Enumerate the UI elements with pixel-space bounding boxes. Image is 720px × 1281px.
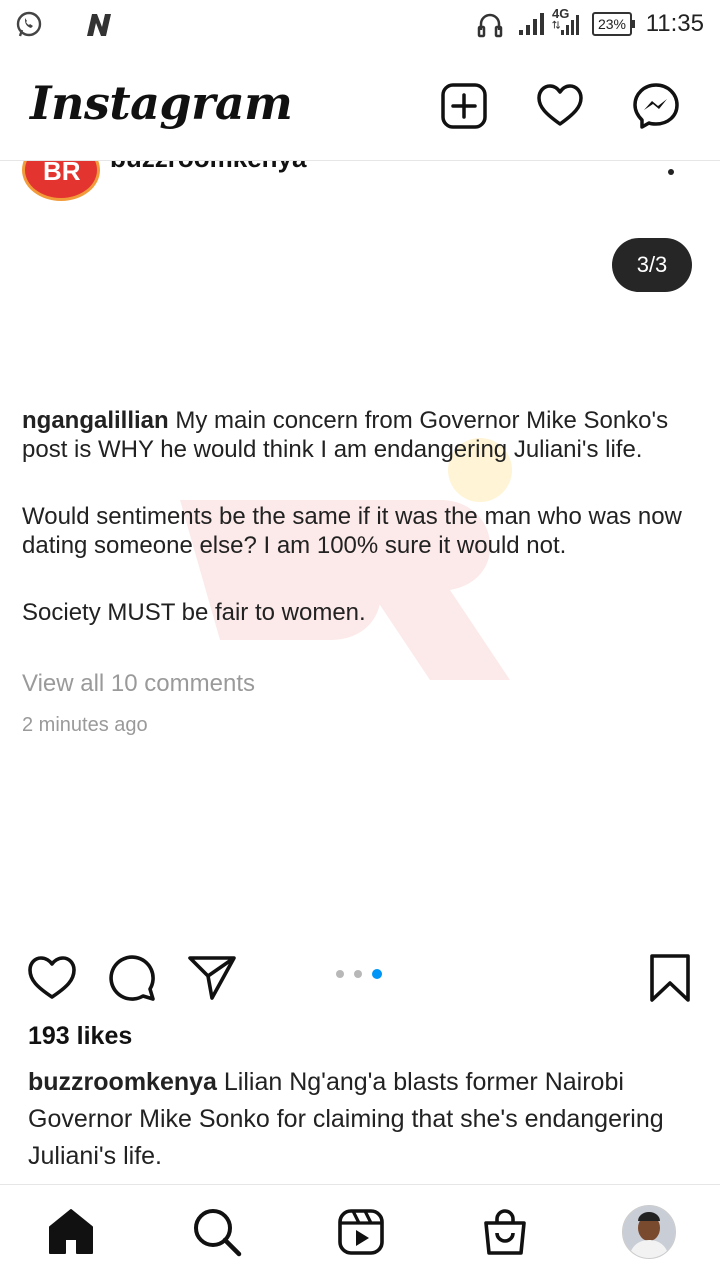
post-header[interactable]: BR buzzroomkenya bbox=[0, 160, 720, 212]
comment-username: ngangalillian bbox=[22, 407, 169, 434]
author-username[interactable]: buzzroomkenya bbox=[110, 161, 307, 174]
more-options-icon[interactable] bbox=[668, 169, 674, 175]
view-all-comments-text: View all 10 comments bbox=[22, 670, 255, 697]
likes-count[interactable]: 193 likes bbox=[28, 1022, 132, 1051]
heart-icon[interactable] bbox=[536, 82, 584, 130]
profile-avatar[interactable] bbox=[622, 1205, 676, 1259]
carousel-dot bbox=[354, 970, 362, 978]
profile-photo bbox=[623, 1206, 675, 1258]
share-icon[interactable] bbox=[186, 952, 238, 1004]
like-heart-icon[interactable] bbox=[26, 952, 78, 1004]
search-icon[interactable] bbox=[192, 1207, 242, 1257]
reels-icon[interactable] bbox=[336, 1207, 386, 1257]
clock: 11:35 bbox=[645, 10, 704, 37]
whatsapp-icon bbox=[16, 11, 42, 37]
slide-counter: 3/3 bbox=[612, 238, 692, 292]
carousel-dot-active bbox=[372, 969, 382, 979]
comment-time: 2 minutes ago bbox=[22, 714, 148, 736]
battery-icon: 23% bbox=[592, 12, 635, 36]
app-header: Instagram bbox=[0, 60, 720, 160]
author-avatar[interactable]: BR bbox=[22, 161, 100, 201]
comment-paragraph-3: Society MUST be fair to women. bbox=[22, 599, 366, 626]
new-post-icon[interactable] bbox=[440, 82, 488, 130]
carousel-indicator bbox=[336, 968, 386, 980]
comment-text: ngangalillian My main concern from Gover… bbox=[22, 406, 712, 627]
carousel-dot bbox=[336, 970, 344, 978]
signal-4g-icon bbox=[552, 15, 579, 35]
caption-username[interactable]: buzzroomkenya bbox=[28, 1068, 217, 1096]
status-bar: 4G 23% 11:35 bbox=[0, 0, 720, 50]
home-icon[interactable] bbox=[46, 1207, 96, 1257]
instagram-logo[interactable]: Instagram bbox=[30, 76, 293, 130]
post-caption: buzzroomkenya Lilian Ng'ang'a blasts for… bbox=[28, 1064, 708, 1175]
signal-icon bbox=[519, 13, 544, 35]
bookmark-icon[interactable] bbox=[644, 952, 696, 1004]
post-actions bbox=[0, 940, 720, 1015]
news-n-icon bbox=[87, 14, 111, 36]
comment-paragraph-2: Would sentiments be the same if it was t… bbox=[22, 503, 682, 559]
bottom-nav bbox=[0, 1184, 720, 1281]
post-image[interactable]: 3/3 ngangalillian My main concern from G… bbox=[0, 210, 720, 940]
comment-icon[interactable] bbox=[106, 952, 158, 1004]
headphones-icon bbox=[477, 13, 503, 38]
shop-icon[interactable] bbox=[480, 1207, 530, 1257]
messenger-icon[interactable] bbox=[632, 82, 680, 130]
